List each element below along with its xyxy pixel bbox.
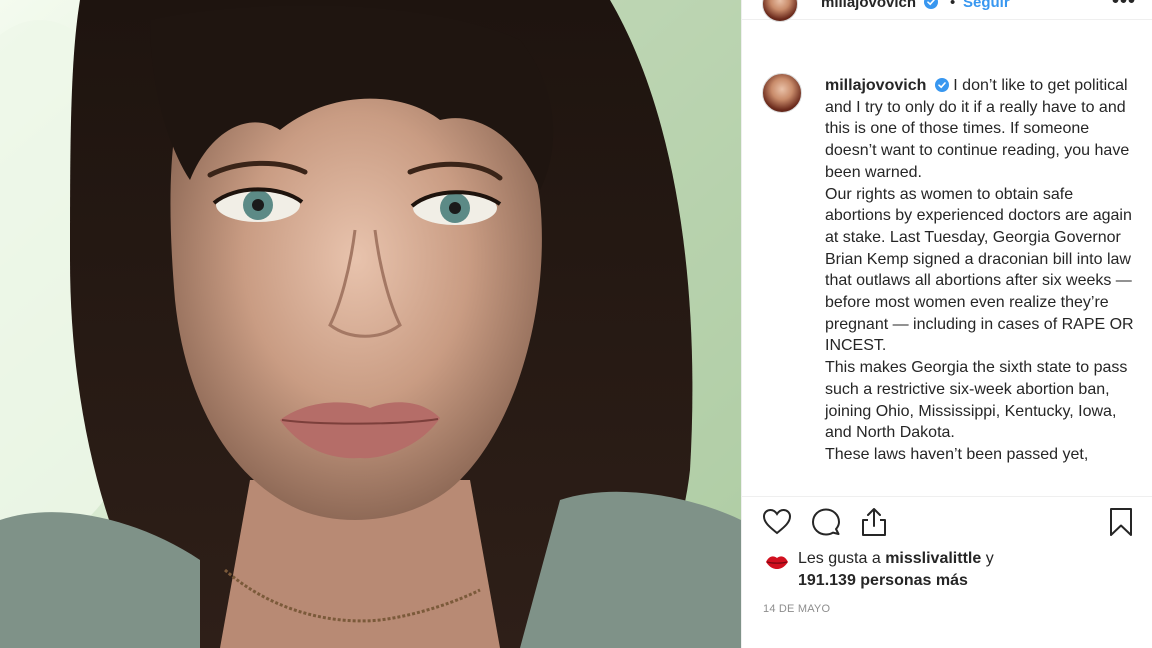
share-button[interactable] — [857, 506, 891, 540]
likes-count[interactable]: 191.139 personas más — [798, 572, 968, 590]
heart-icon — [762, 508, 792, 535]
likes-prefix: Les gusta a — [798, 550, 881, 567]
caption-paragraph: Our rights as women to obtain safe abort… — [825, 185, 1134, 355]
post-photo[interactable] — [0, 0, 741, 648]
verified-badge-icon — [934, 78, 949, 92]
save-button[interactable] — [1104, 506, 1138, 540]
bookmark-icon — [1110, 508, 1132, 536]
comment-button[interactable] — [809, 506, 843, 540]
header-avatar[interactable] — [762, 0, 798, 22]
comments-area: millajovovich I don’t like to get politi… — [742, 21, 1152, 496]
share-icon — [862, 508, 886, 536]
liker-username[interactable]: misslivalittle — [885, 550, 981, 567]
verified-badge-icon — [924, 0, 939, 9]
like-button[interactable] — [760, 506, 794, 540]
post-date[interactable]: 14 DE MAYO — [763, 603, 830, 615]
caption-paragraph: These laws haven’t been passed yet, — [825, 445, 1089, 463]
caption-text: millajovovich I don’t like to get politi… — [825, 75, 1135, 466]
caption-paragraph: This makes Georgia the sixth state to pa… — [825, 359, 1128, 442]
likes-conjunction: y — [985, 550, 994, 567]
caption-username[interactable]: millajovovich — [825, 77, 926, 94]
header-username-text[interactable]: millajovovich — [821, 0, 916, 11]
more-options-button[interactable]: ••• — [1112, 0, 1136, 13]
portrait-illustration — [0, 0, 741, 648]
header-username[interactable]: millajovovich — [821, 0, 939, 11]
liker-avatar-lips-icon[interactable] — [764, 552, 790, 572]
likes-line: Les gusta a misslivalittle y — [798, 550, 994, 568]
comment-icon — [812, 508, 840, 536]
header-separator-dot: • — [950, 0, 956, 11]
action-bar — [742, 497, 1152, 547]
follow-button[interactable]: Seguir — [963, 0, 1010, 11]
caption-avatar[interactable] — [762, 73, 802, 113]
likes-summary: Les gusta a misslivalittle y 191.139 per… — [742, 549, 1152, 593]
post-header: millajovovich • Seguir ••• — [742, 0, 1152, 22]
